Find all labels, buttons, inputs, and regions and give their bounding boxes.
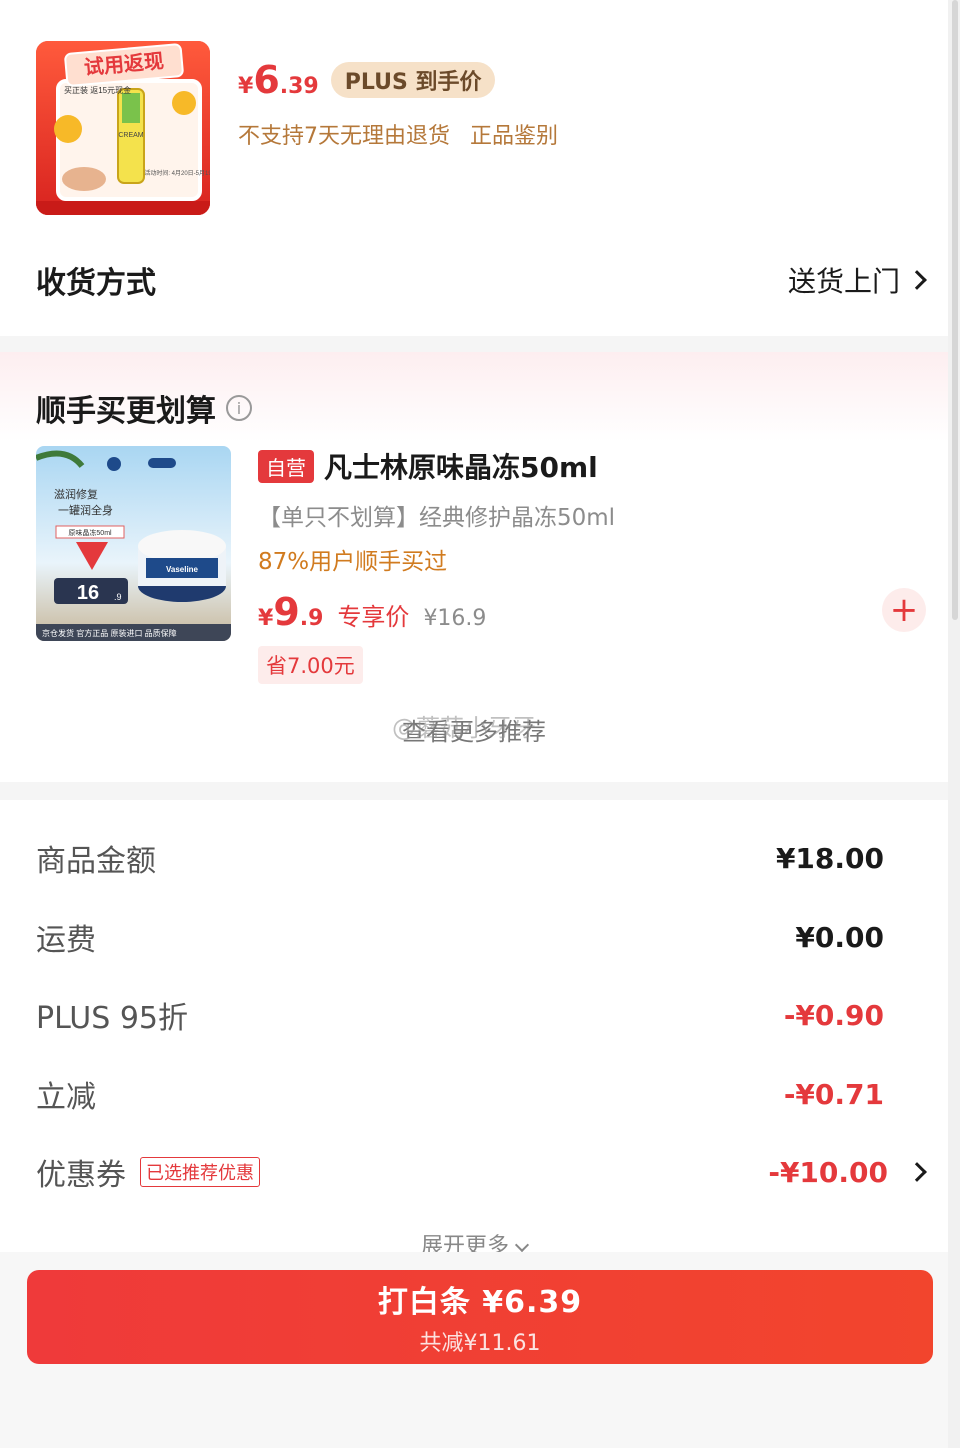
product-image-art: 试用返现 买正装 返15元现金 CREAM 活动时间: 4月20日-5月19日 <box>36 41 210 215</box>
addon-image-price-small: .9 <box>114 592 122 602</box>
addon-image-brand: Vaseline <box>166 565 199 574</box>
delivery-method-value[interactable]: 送货上门 <box>787 260 927 300</box>
summary-label: 商品金额 <box>36 844 156 879</box>
addon-section-title: 顺手买更划算 i <box>36 386 252 430</box>
price-integer: 6 <box>253 58 280 102</box>
plus-icon: + <box>889 590 919 630</box>
addon-price-line: ¥9.9 专享价 ¥16.9 <box>258 590 486 634</box>
product-image-date: 活动时间: 4月20日-5月19日 <box>144 169 210 177</box>
product-image[interactable]: 试用返现 买正装 返15元现金 CREAM 活动时间: 4月20日-5月19日 <box>36 41 210 215</box>
savings-tag: 省7.00元 <box>258 646 363 684</box>
summary-label: PLUS 95折 <box>36 1001 189 1036</box>
info-icon[interactable]: i <box>226 395 252 421</box>
summary-row-goods-amount: 商品金额 ¥18.00 <box>36 836 884 880</box>
service-tag-return: 不支持7天无理由退货 <box>238 124 450 149</box>
addon-image-badge: 原味晶冻50ml <box>68 528 112 537</box>
add-to-order-button[interactable]: + <box>882 588 926 632</box>
price-decimal: .39 <box>279 74 319 99</box>
self-operated-tag: 自营 <box>258 449 314 483</box>
summary-row-instant-discount: 立减 -¥0.71 <box>36 1072 884 1116</box>
addon-purchase-stat: 87%用户顺手买过 <box>258 549 448 575</box>
summary-value: -¥0.90 <box>783 998 884 1032</box>
product-image-caption: 买正装 返15元现金 <box>64 85 131 95</box>
coupon-label-group: 优惠券 已选推荐优惠 <box>36 1150 260 1194</box>
pay-button-label: 打白条 ¥6.39 <box>377 1285 583 1320</box>
summary-label: 优惠券 <box>36 1158 126 1193</box>
summary-value: -¥0.71 <box>783 1077 884 1111</box>
pay-button-savings: 共减¥11.61 <box>419 1331 541 1356</box>
original-price: ¥16.9 <box>423 606 487 631</box>
addon-image-price: 16 <box>77 582 99 604</box>
delivery-method-label: 收货方式 <box>36 266 156 301</box>
summary-value: -¥10.00 <box>768 1155 888 1189</box>
addon-currency: ¥ <box>258 606 274 631</box>
product-price: ¥6.39 <box>238 58 319 102</box>
coupon-value-group[interactable]: -¥10.00 <box>768 1155 927 1189</box>
currency-symbol: ¥ <box>238 74 254 99</box>
summary-value: ¥18.00 <box>775 841 884 875</box>
addon-price-integer: 9 <box>273 590 300 634</box>
exclusive-price-label: 专享价 <box>337 603 410 631</box>
addon-product-subtitle: 【单只不划算】经典修护晶冻50ml <box>258 505 616 531</box>
watermark-text: @蘑菇小牙牙 <box>392 714 536 742</box>
chevron-down-icon <box>514 1237 530 1253</box>
chevron-right-icon <box>907 270 927 290</box>
addon-name-line[interactable]: 自营 凡士林原味晶冻50ml <box>258 446 858 486</box>
summary-value: ¥0.00 <box>795 920 884 954</box>
scrollbar[interactable] <box>948 0 960 1448</box>
delivery-method-text: 送货上门 <box>787 265 900 298</box>
service-tags: 不支持7天无理由退货 正品鉴别 <box>238 118 558 150</box>
addon-product-image[interactable]: 滋润修复 一罐润全身 原味晶冻50ml 16 .9 Vaseline 京仓发货 … <box>36 446 231 641</box>
summary-label: 运费 <box>36 923 96 958</box>
pay-with-baitiao-button[interactable]: 打白条 ¥6.39 共减¥11.61 <box>27 1270 933 1364</box>
addon-image-footer: 京仓发货 官方正品 原装进口 品质保障 <box>42 628 177 638</box>
summary-row-plus-discount: PLUS 95折 -¥0.90 <box>36 993 884 1037</box>
addon-image-slogan-1: 滋润修复 <box>54 487 98 501</box>
addon-image-art: 滋润修复 一罐润全身 原味晶冻50ml 16 .9 Vaseline 京仓发货 … <box>36 446 231 641</box>
service-tag-authentic: 正品鉴别 <box>470 124 559 149</box>
product-price-row: ¥6.39 PLUS 到手价 <box>238 58 496 102</box>
chevron-right-icon <box>907 1162 927 1182</box>
scrollbar-thumb[interactable] <box>952 0 958 620</box>
addon-price-decimal: .9 <box>299 606 324 631</box>
delivery-method-row[interactable]: 收货方式 送货上门 <box>36 258 927 302</box>
addon-price: ¥9.9 <box>258 590 323 634</box>
summary-row-coupon[interactable]: 优惠券 已选推荐优惠 -¥10.00 <box>36 1150 927 1194</box>
product-image-tube-text: CREAM <box>118 132 143 139</box>
addon-title-text: 顺手买更划算 <box>36 394 216 429</box>
summary-row-shipping: 运费 ¥0.00 <box>36 915 884 959</box>
addon-product-info: 自营 凡士林原味晶冻50ml 【单只不划算】经典修护晶冻50ml 87%用户顺手… <box>258 446 858 576</box>
addon-image-slogan-2: 一罐润全身 <box>58 503 113 517</box>
addon-product-name[interactable]: 凡士林原味晶冻50ml <box>324 446 598 486</box>
coupon-recommended-tag: 已选推荐优惠 <box>140 1157 260 1187</box>
plus-price-tag: PLUS 到手价 <box>330 62 496 98</box>
summary-label: 立减 <box>36 1080 96 1115</box>
